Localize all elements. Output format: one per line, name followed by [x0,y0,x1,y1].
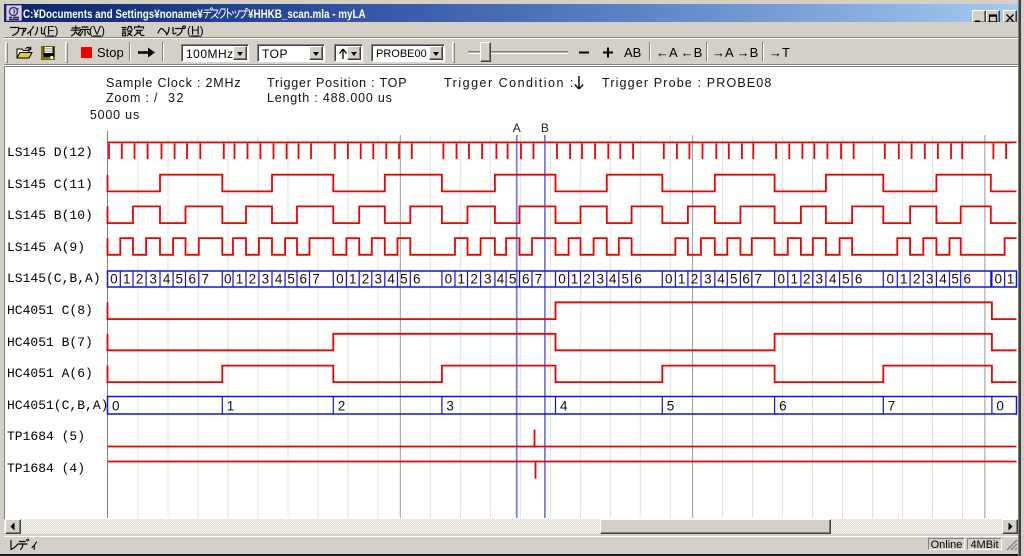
svg-text:012345670: 012345670 [112,399,1004,414]
svg-text:A: A [513,121,521,135]
svg-text:B: B [541,121,549,135]
